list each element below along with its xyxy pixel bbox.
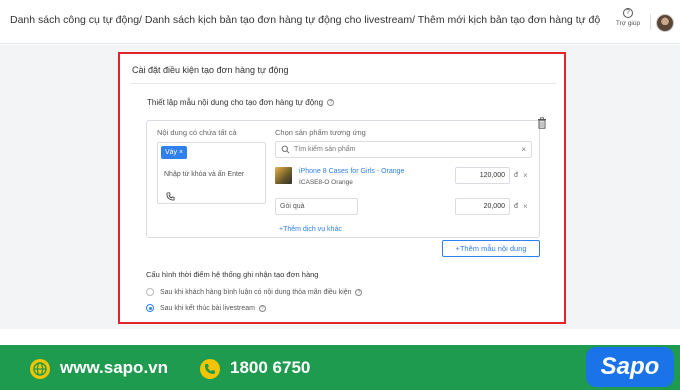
promo-footer: www.sapo.vn 1800 6750 Sapo	[0, 345, 680, 390]
avatar[interactable]	[656, 14, 674, 32]
phone-icon	[200, 359, 220, 379]
top-bar: Danh sách công cụ tự động/ Danh sách kịc…	[0, 0, 680, 44]
keyword-tag-label: Váy	[165, 149, 178, 156]
help-label: Trợ giúp	[615, 20, 641, 27]
add-service-label: Thêm dịch vụ khác	[283, 226, 342, 233]
radio-label: Sau khi kết thúc bài livestream	[160, 304, 255, 312]
gift-price-input[interactable]: 20,000	[455, 198, 510, 215]
add-service-link[interactable]: +Thêm dịch vụ khác	[279, 226, 342, 233]
breadcrumb[interactable]: Danh sách công cụ tự động/ Danh sách kịc…	[10, 14, 600, 26]
help-button[interactable]: ? Trợ giúp	[610, 8, 646, 38]
card-title: Cài đặt điều kiện tạo đơn hàng tự động	[132, 65, 289, 75]
keyword-tag[interactable]: Váy ×	[161, 146, 188, 159]
close-icon[interactable]: ×	[179, 149, 183, 156]
globe-icon	[30, 359, 50, 379]
currency-label: đ	[514, 172, 518, 179]
template-rule-box: Nội dung có chứa tất cả Váy × Nhập từ kh…	[146, 120, 540, 238]
keywords-input[interactable]: Váy × Nhập từ khóa và ấn Enter	[157, 142, 266, 204]
radio-option-comment[interactable]: Sau khi khách hàng bình luận có nội dung…	[146, 288, 363, 296]
search-placeholder: Tìm kiếm sản phẩm	[294, 146, 356, 153]
question-icon[interactable]: ?	[327, 99, 335, 107]
search-icon	[281, 145, 290, 154]
section-title: Thiết lập mẫu nội dung cho tạo đơn hàng …	[147, 98, 335, 107]
products-label: Chọn sản phẩm tương ứng	[275, 128, 366, 137]
product-thumbnail	[275, 167, 292, 184]
add-template-label: Thêm mẫu nội dung	[459, 244, 527, 253]
currency-label: đ	[514, 203, 518, 210]
radio-option-end-livestream[interactable]: Sau khi kết thúc bài livestream ?	[146, 304, 266, 312]
website-text[interactable]: www.sapo.vn	[60, 358, 168, 378]
question-icon[interactable]: ?	[258, 304, 266, 312]
radio-label: Sau khi khách hàng bình luận có nội dung…	[160, 288, 352, 296]
divider	[130, 83, 556, 84]
keywords-label: Nội dung có chứa tất cả	[157, 128, 237, 137]
question-icon[interactable]: ?	[355, 288, 363, 296]
keywords-placeholder: Nhập từ khóa và ấn Enter	[164, 171, 245, 178]
question-icon: ?	[623, 8, 633, 18]
add-template-button[interactable]: +Thêm mẫu nội dung	[442, 240, 540, 257]
trash-icon[interactable]	[537, 117, 547, 129]
phone-icon[interactable]	[166, 192, 175, 201]
divider	[650, 14, 651, 30]
sapo-logo: Sapo	[586, 347, 674, 387]
section-title-text: Thiết lập mẫu nội dung cho tạo đơn hàng …	[147, 98, 324, 107]
product-name[interactable]: iPhone 8 Cases for Girls - Orange	[299, 168, 404, 175]
phone-number[interactable]: 1800 6750	[230, 358, 310, 378]
product-search-input[interactable]: Tìm kiếm sản phẩm ×	[275, 141, 532, 158]
gift-input[interactable]: Gói quà	[275, 198, 358, 215]
remove-icon[interactable]: ×	[523, 171, 528, 180]
product-sku: ICASE8-O Orange	[299, 179, 353, 186]
config-title: Cấu hình thời điểm hệ thống ghi nhận tạo…	[146, 270, 319, 279]
remove-icon[interactable]: ×	[523, 202, 528, 211]
product-price-input[interactable]: 120,000	[455, 167, 510, 184]
clear-icon[interactable]: ×	[521, 145, 526, 154]
radio-icon[interactable]	[146, 288, 154, 296]
settings-card: Cài đặt điều kiện tạo đơn hàng tự động T…	[118, 52, 566, 324]
radio-icon-selected[interactable]	[146, 304, 154, 312]
